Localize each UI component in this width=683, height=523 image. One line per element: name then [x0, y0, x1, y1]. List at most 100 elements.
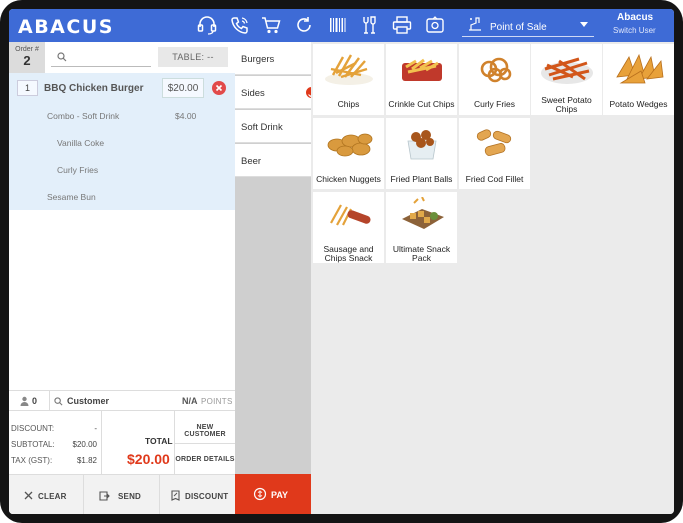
product-label: Fried Cod Fillet [465, 174, 524, 184]
send-icon [99, 491, 110, 501]
divider [174, 443, 235, 444]
order-search-input[interactable] [51, 49, 151, 67]
fried-cod-fillet-image [467, 123, 522, 161]
divider [101, 411, 102, 474]
product-tile[interactable]: Crinkle Cut Chips [386, 44, 457, 115]
crinkle-cut-chips-image [394, 49, 449, 87]
product-grid: Chips Crinkle Cut Chips Curly Fries Swee… [311, 42, 674, 514]
sausage-and-chips-image [321, 197, 376, 235]
category-sides[interactable]: Sides [235, 76, 311, 109]
subtotal-label: SUBTOTAL: [11, 440, 55, 449]
product-tile[interactable]: Sausage and Chips Snack [313, 192, 384, 263]
category-beer[interactable]: Beer [235, 144, 311, 177]
category-list: Burgers Sides Soft Drink Beer PAY [235, 42, 311, 514]
category-label: Sides [241, 88, 265, 99]
category-label: Beer [241, 156, 262, 167]
pay-label: PAY [271, 490, 289, 500]
divider [49, 391, 50, 412]
new-customer-button[interactable]: NEW CUSTOMER [175, 424, 235, 438]
pay-button[interactable]: PAY [235, 474, 311, 514]
discount-button[interactable]: DISCOUNT [160, 475, 235, 514]
category-burgers[interactable]: Burgers [235, 42, 311, 75]
barcode-icon[interactable] [327, 15, 349, 35]
send-label: SEND [118, 492, 142, 501]
curly-fries-image [467, 49, 522, 87]
order-number-label: Order # [15, 46, 39, 53]
headset-icon[interactable] [196, 15, 218, 35]
order-details-button[interactable]: ORDER DETAILS [175, 456, 235, 463]
product-label: Chicken Nuggets [316, 174, 381, 184]
mode-select[interactable]: Point of Sale [462, 15, 594, 37]
modifier-item[interactable]: Combo - Soft Drink [47, 111, 119, 121]
tax-label: TAX (GST): [11, 456, 53, 465]
order-number: 2 [23, 53, 31, 68]
product-tile[interactable]: Fried Plant Balls [386, 118, 457, 189]
cocktail-icon[interactable] [358, 15, 380, 35]
product-tile[interactable]: Ultimate Snack Pack [386, 192, 457, 263]
sweet-potato-chips-image [539, 49, 594, 87]
line-item-name[interactable]: BBQ Chicken Burger [44, 83, 143, 94]
chevron-down-icon [580, 22, 588, 27]
top-bar: ABACUS Point of Sale Abacus Switch User [9, 9, 674, 42]
subtotal-value: $20.00 [72, 440, 97, 449]
person-icon [20, 396, 29, 406]
product-label: Potato Wedges [609, 99, 668, 109]
pos-icon [466, 16, 484, 32]
product-label: Fried Plant Balls [390, 174, 453, 184]
close-icon [24, 491, 33, 500]
chips-image [321, 49, 376, 87]
potato-wedges-image [611, 49, 666, 87]
total-label: TOTAL [145, 436, 173, 446]
printer-icon[interactable] [391, 15, 413, 35]
clear-label: CLEAR [38, 492, 67, 501]
line-qty[interactable]: 1 [17, 80, 38, 96]
phone-icon[interactable] [229, 15, 251, 35]
category-label: Burgers [241, 54, 275, 65]
screen: ABACUS Point of Sale Abacus Switch User … [9, 9, 674, 514]
modifier-price: $4.00 [175, 111, 197, 121]
cash-register-icon[interactable] [424, 15, 446, 35]
product-label: Sausage and Chips Snack [323, 244, 374, 263]
product-tile[interactable]: Fried Cod Fillet [459, 118, 530, 189]
discount-label: DISCOUNT [185, 492, 229, 501]
guest-count[interactable]: 0 [32, 396, 37, 406]
modifier-item[interactable]: Vanilla Coke [57, 138, 104, 148]
product-tile[interactable]: Curly Fries [459, 44, 530, 115]
category-label: Soft Drink [241, 122, 283, 133]
refresh-icon[interactable] [293, 15, 315, 35]
points-label: POINTS [201, 397, 233, 406]
close-icon [215, 84, 223, 92]
table-selector[interactable]: TABLE: -- [158, 47, 228, 67]
ultimate-snack-pack-image [394, 196, 449, 235]
order-actions: CLEAR SEND DISCOUNT [9, 474, 235, 514]
discount-label: DISCOUNT: [11, 424, 55, 433]
product-tile[interactable]: Chips [313, 44, 384, 115]
switch-user-link[interactable]: Switch User [613, 26, 656, 35]
line-price[interactable]: $20.00 [162, 78, 204, 98]
user-name: Abacus [617, 12, 654, 23]
send-button[interactable]: SEND [84, 475, 159, 514]
tablet-frame: ABACUS Point of Sale Abacus Switch User … [0, 0, 683, 523]
total-value: $20.00 [127, 451, 170, 467]
remove-item-button[interactable] [212, 81, 226, 95]
customer-row: 0 Customer N/A POINTS [9, 390, 235, 412]
product-label: Sweet Potato Chips [541, 95, 592, 114]
category-soft-drink[interactable]: Soft Drink [235, 110, 311, 143]
clear-button[interactable]: CLEAR [9, 475, 83, 514]
mode-select-value: Point of Sale [490, 22, 547, 33]
discount-value: - [94, 424, 97, 433]
payment-icon [253, 487, 267, 501]
app-logo: ABACUS [18, 16, 114, 38]
product-label: Curly Fries [473, 99, 516, 109]
product-tile[interactable]: Sweet Potato Chips [531, 44, 602, 115]
modifier-item[interactable]: Sesame Bun [47, 192, 96, 202]
search-icon [54, 397, 63, 406]
cart-icon[interactable] [260, 15, 282, 35]
product-label: Chips [337, 99, 360, 109]
search-icon [57, 52, 67, 62]
discount-tag-icon [171, 490, 180, 501]
modifier-item[interactable]: Curly Fries [57, 165, 98, 175]
product-tile[interactable]: Potato Wedges [603, 44, 674, 115]
customer-search-input[interactable]: Customer [67, 396, 109, 406]
product-tile[interactable]: Chicken Nuggets [313, 118, 384, 189]
